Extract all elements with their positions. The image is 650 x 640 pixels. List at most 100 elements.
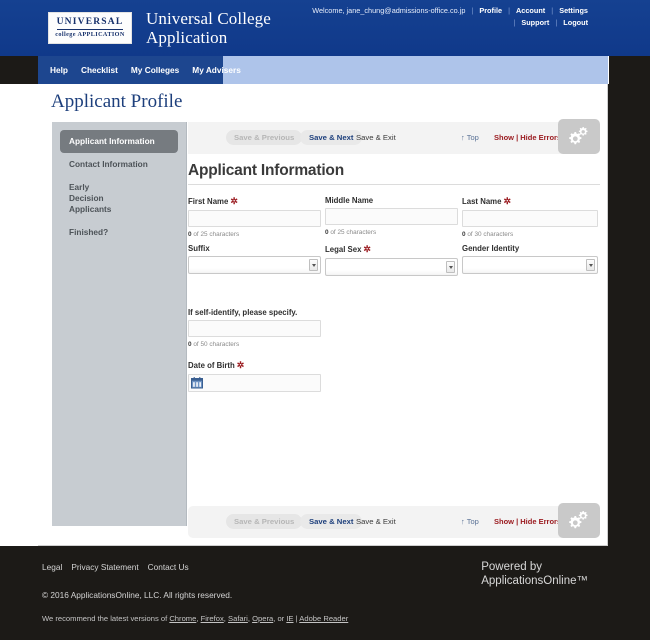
gear-icon bbox=[569, 127, 588, 145]
powered-by-line-1: Powered by bbox=[481, 561, 542, 573]
show-hide-errors-link[interactable]: Show | Hide Errors bbox=[494, 133, 561, 142]
link-separator: | bbox=[555, 18, 558, 27]
legal-sex-select[interactable] bbox=[325, 258, 458, 276]
nav-item-checklist[interactable]: Checklist bbox=[81, 65, 118, 75]
required-marker: ✲ bbox=[363, 244, 371, 254]
suffix-select[interactable] bbox=[188, 256, 321, 274]
last-name-label: Last Name bbox=[462, 197, 502, 206]
account-row-2: | Support | Logout bbox=[312, 17, 588, 29]
account-links: Welcome, jane_chung@admissions-office.co… bbox=[312, 5, 588, 29]
footer-link-contact-us[interactable]: Contact Us bbox=[148, 562, 189, 572]
account-row-1: Welcome, jane_chung@admissions-office.co… bbox=[312, 5, 588, 17]
browser-link-firefox[interactable]: Firefox bbox=[201, 614, 224, 623]
back-to-top-link-bottom[interactable]: ↑ Top bbox=[461, 517, 479, 526]
first-name-label: First Name bbox=[188, 197, 229, 206]
section-sidebar: Applicant Information Contact Informatio… bbox=[52, 122, 187, 526]
logo-divider bbox=[57, 29, 123, 31]
browser-link-safari[interactable]: Safari bbox=[228, 614, 248, 623]
field-label: Middle Name bbox=[325, 196, 458, 205]
save-next-button[interactable]: Save & Next bbox=[300, 130, 363, 145]
browser-link-ie[interactable]: IE bbox=[286, 614, 293, 623]
field-self-identify: If self-identify, please specify. 0 of 5… bbox=[188, 308, 321, 348]
date-of-birth-input[interactable] bbox=[188, 374, 321, 392]
show-hide-errors-link-bottom[interactable]: Show | Hide Errors bbox=[494, 517, 561, 526]
link-separator: | bbox=[471, 6, 474, 15]
nav-item-my-colleges[interactable]: My Colleges bbox=[131, 65, 179, 75]
suffix-select-box[interactable] bbox=[188, 256, 321, 274]
link-separator: | bbox=[513, 18, 516, 27]
chevron-down-icon[interactable] bbox=[309, 259, 318, 271]
logo-line-1: UNIVERSAL bbox=[56, 17, 124, 28]
field-legal-sex: Legal Sex ✲ bbox=[325, 244, 458, 276]
field-label: Date of Birth ✲ bbox=[188, 360, 321, 371]
required-marker: ✲ bbox=[236, 360, 245, 370]
field-label: Legal Sex ✲ bbox=[325, 244, 458, 255]
middle-name-input[interactable] bbox=[325, 208, 458, 225]
recommend-prefix: We recommend the latest versions of bbox=[42, 614, 170, 623]
back-to-top-link[interactable]: ↑ Top bbox=[461, 133, 479, 142]
save-previous-button[interactable]: Save & Previous bbox=[226, 130, 303, 145]
settings-link[interactable]: Settings bbox=[559, 6, 588, 15]
sidebar-item-finished[interactable]: Finished? bbox=[60, 221, 178, 244]
date-of-birth-wrapper bbox=[188, 374, 321, 392]
account-link[interactable]: Account bbox=[516, 6, 545, 15]
brand-logo[interactable]: UNIVERSAL college APPLICATION Universal … bbox=[48, 9, 271, 47]
self-identify-label: If self-identify, please specify. bbox=[188, 308, 298, 317]
sidebar-item-applicant-information[interactable]: Applicant Information bbox=[60, 130, 178, 153]
link-separator: | bbox=[551, 6, 554, 15]
last-name-input[interactable] bbox=[462, 210, 598, 227]
suffix-label: Suffix bbox=[188, 244, 210, 253]
field-suffix: Suffix bbox=[188, 244, 321, 274]
required-marker: ✲ bbox=[503, 196, 511, 206]
browser-link-chrome[interactable]: Chrome bbox=[169, 614, 196, 623]
chevron-down-icon[interactable] bbox=[586, 259, 595, 271]
settings-gear-button[interactable] bbox=[558, 119, 600, 154]
calendar-icon[interactable] bbox=[191, 377, 203, 389]
settings-gear-button-bottom[interactable] bbox=[558, 503, 600, 538]
field-label: If self-identify, please specify. bbox=[188, 308, 321, 317]
counter-text: of 25 characters bbox=[191, 231, 240, 238]
logo-line-2: college APPLICATION bbox=[55, 30, 125, 38]
save-previous-button-bottom[interactable]: Save & Previous bbox=[226, 514, 303, 529]
site-header: UNIVERSAL college APPLICATION Universal … bbox=[0, 0, 650, 56]
required-marker: ✲ bbox=[230, 196, 238, 206]
field-label: First Name ✲ bbox=[188, 196, 321, 207]
nav-items-group: Help Checklist My Colleges My Advisers bbox=[38, 56, 241, 84]
brand-title-line-2: Application bbox=[146, 28, 228, 47]
profile-link[interactable]: Profile bbox=[479, 6, 502, 15]
link-separator: | bbox=[508, 6, 510, 15]
save-exit-button[interactable]: Save & Exit bbox=[356, 133, 396, 142]
chevron-down-icon[interactable] bbox=[446, 261, 455, 273]
gender-identity-select[interactable] bbox=[462, 256, 598, 274]
nav-item-my-advisers[interactable]: My Advisers bbox=[192, 65, 241, 75]
first-name-input[interactable] bbox=[188, 210, 321, 227]
sidebar-item-contact-information[interactable]: Contact Information bbox=[60, 153, 178, 176]
nav-item-help[interactable]: Help bbox=[50, 65, 68, 75]
save-exit-button-bottom[interactable]: Save & Exit bbox=[356, 517, 396, 526]
toolbar-bottom: Save & Previous Save & Next Save & Exit … bbox=[188, 503, 600, 538]
field-last-name: Last Name ✲ 0 of 30 characters bbox=[462, 196, 598, 238]
field-gender-identity: Gender Identity bbox=[462, 244, 598, 274]
browser-link-opera[interactable]: Opera bbox=[252, 614, 273, 623]
logo-mark: UNIVERSAL college APPLICATION bbox=[48, 12, 132, 44]
powered-by-line-2: ApplicationsOnline™ bbox=[481, 575, 588, 587]
footer-link-privacy-statement[interactable]: Privacy Statement bbox=[71, 562, 138, 572]
gender-identity-label: Gender Identity bbox=[462, 244, 520, 253]
brand-title: Universal College Application bbox=[146, 9, 271, 47]
adobe-reader-link[interactable]: Adobe Reader bbox=[299, 614, 348, 623]
footer-recommendation: We recommend the latest versions of Chro… bbox=[42, 614, 349, 623]
left-gutter bbox=[0, 84, 38, 546]
self-identify-input[interactable] bbox=[188, 320, 321, 337]
footer-link-legal[interactable]: Legal bbox=[42, 562, 62, 572]
legal-sex-select-box[interactable] bbox=[325, 258, 458, 276]
save-next-button-bottom[interactable]: Save & Next bbox=[300, 514, 363, 529]
field-label: Suffix bbox=[188, 244, 321, 253]
sidebar-item-early-decision-applicants[interactable]: Early Decision Applicants bbox=[60, 176, 132, 221]
field-middle-name: Middle Name 0 of 25 characters bbox=[325, 196, 458, 236]
gear-icon bbox=[569, 511, 588, 529]
logout-link[interactable]: Logout bbox=[563, 18, 588, 27]
support-link[interactable]: Support bbox=[521, 18, 549, 27]
field-first-name: First Name ✲ 0 of 25 characters bbox=[188, 196, 321, 238]
content-area: Save & Previous Save & Next Save & Exit … bbox=[188, 119, 608, 546]
gender-identity-select-box[interactable] bbox=[462, 256, 598, 274]
